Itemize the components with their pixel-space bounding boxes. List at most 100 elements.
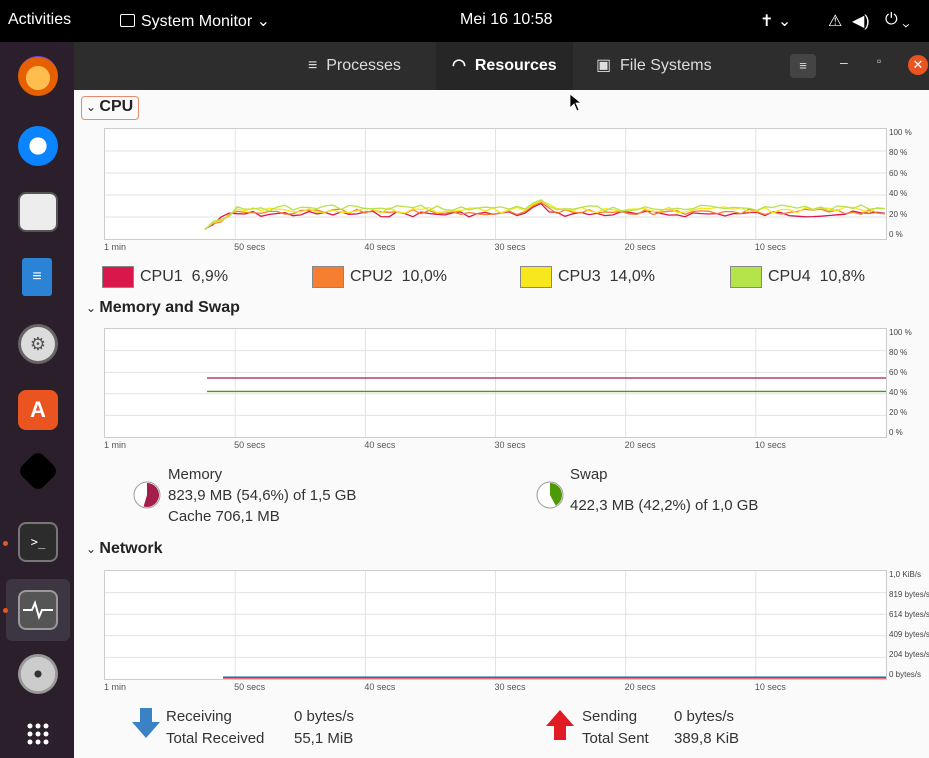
tab-label: Resources	[474, 57, 557, 74]
files-icon[interactable]	[18, 192, 58, 232]
cpu3-legend[interactable]: CPU3 14,0%	[520, 266, 655, 288]
total-sent-label: Total Sent	[582, 730, 649, 747]
tab-file-systems[interactable]: ▣ File Systems	[584, 42, 724, 90]
x-tick-label: 30 secs	[494, 242, 526, 252]
y-tick-label: 100 %	[889, 128, 912, 137]
x-tick-label: 20 secs	[624, 440, 656, 450]
tab-resources[interactable]: ◠ Resources	[436, 42, 573, 90]
cpu1-color-swatch[interactable]	[102, 266, 134, 288]
memory-cache: Cache 706,1 MB	[168, 508, 280, 525]
x-tick-label: 10 secs	[754, 440, 786, 450]
y-tick-label: 0 %	[889, 428, 903, 437]
y-tick-label: 100 %	[889, 328, 912, 337]
x-tick-label: 1 min	[104, 242, 127, 252]
cpu4-color-swatch[interactable]	[730, 266, 762, 288]
x-tick-label: 30 secs	[494, 440, 526, 450]
receiving-value: 0 bytes/s	[294, 708, 355, 725]
x-tick-label: 40 secs	[364, 440, 396, 450]
terminal-icon[interactable]: >_	[18, 522, 58, 562]
chevron-down-icon: ⌄	[86, 301, 100, 315]
cpu2-color-swatch[interactable]	[312, 266, 344, 288]
software-store-icon[interactable]: A	[18, 390, 58, 430]
x-tick-label: 20 secs	[624, 682, 656, 692]
total-received-value: 55,1 MiB	[294, 730, 354, 747]
top-bar: Activities System Monitor ⌄ Mei 16 10:58…	[0, 0, 929, 42]
thunderbird-icon[interactable]	[18, 126, 58, 166]
cpu3-color-swatch[interactable]	[520, 266, 552, 288]
chevron-down-icon: ⌄	[252, 13, 270, 30]
cpu4-legend[interactable]: CPU4 10,8%	[730, 266, 865, 288]
x-tick-label: 10 secs	[754, 682, 786, 692]
y-tick-label: 40 %	[889, 189, 908, 199]
drive-icon: ▣	[596, 57, 621, 74]
sending-arrow-icon	[546, 710, 574, 740]
activities-button[interactable]: Activities	[8, 11, 71, 29]
list-icon: ≡	[308, 57, 327, 74]
app-menu[interactable]: System Monitor ⌄	[120, 11, 270, 31]
sending-value: 0 bytes/s	[674, 708, 735, 725]
memory-history-graph	[104, 328, 887, 438]
y-tick-label: 60 %	[889, 368, 908, 377]
y-tick-label: 819 bytes/s	[889, 590, 929, 599]
x-tick-label: 40 secs	[364, 242, 396, 252]
inkscape-icon[interactable]	[16, 449, 60, 493]
memory-usage: 823,9 MB (54,6%) of 1,5 GB	[168, 487, 357, 504]
memory-section-title: Memory and Swap	[99, 299, 240, 316]
cpu2-legend[interactable]: CPU2 10,0%	[312, 266, 447, 288]
accessibility-icon[interactable]: ✝ ⌄	[760, 11, 791, 31]
clock[interactable]: Mei 16 10:58	[460, 11, 553, 29]
network-section-toggle[interactable]: ⌄ Network	[86, 540, 163, 558]
cpu-section-title: CPU	[99, 98, 134, 115]
x-tick-label: 40 secs	[364, 682, 396, 692]
x-tick-label: 20 secs	[624, 242, 656, 252]
network-section-title: Network	[99, 540, 163, 557]
total-sent-value: 389,8 KiB	[674, 730, 740, 747]
maximize-button[interactable]: ▫	[877, 54, 881, 68]
cpu1-label: CPU1	[140, 268, 183, 285]
power-icon[interactable]: ⏻ ⌄	[885, 11, 910, 29]
writer-icon[interactable]: ≡	[22, 258, 52, 296]
close-button[interactable]: ✕	[908, 55, 928, 75]
x-tick-label: 30 secs	[494, 682, 526, 692]
cpu-section-toggle[interactable]: ⌄ CPU	[86, 98, 133, 116]
cpu3-value: 14,0%	[609, 268, 655, 285]
settings-icon[interactable]: ⚙	[18, 324, 58, 364]
network-icon[interactable]: ⚠	[828, 11, 842, 31]
y-tick-label: 409 bytes/s	[889, 630, 929, 639]
x-tick-label: 10 secs	[754, 242, 786, 252]
volume-icon[interactable]: ◀)	[852, 11, 870, 31]
gauge-icon: ◠	[452, 57, 475, 74]
swap-usage: 422,3 MB (42,2%) of 1,0 GB	[570, 497, 759, 514]
receiving-arrow-icon	[132, 708, 160, 738]
system-monitor-icon[interactable]	[18, 590, 58, 630]
y-tick-label: 0 bytes/s	[889, 670, 922, 679]
cpu3-label: CPU3	[558, 268, 601, 285]
memory-pie-icon[interactable]	[132, 480, 162, 510]
y-tick-label: 80 %	[889, 148, 908, 158]
cpu2-value: 10,0%	[401, 268, 447, 285]
y-tick-label: 0 %	[889, 230, 903, 239]
x-tick-label: 50 secs	[234, 242, 266, 252]
minimize-button[interactable]: –	[840, 54, 848, 70]
tab-processes[interactable]: ≡ Processes	[296, 42, 413, 90]
memory-section-toggle[interactable]: ⌄ Memory and Swap	[86, 299, 240, 317]
cpu-history-graph	[104, 128, 887, 240]
total-received-label: Total Received	[166, 730, 265, 747]
hamburger-menu-button[interactable]: ≡	[790, 54, 816, 78]
app-grid-icon[interactable]	[18, 714, 58, 754]
cpu1-value: 6,9%	[191, 268, 229, 285]
resources-view: ⌄ CPU 100 % 80 % 60 % 40 % 20 % 0 % 1 min 50 s…	[74, 90, 929, 758]
y-tick-label: 614 bytes/s	[889, 610, 929, 619]
disc-icon[interactable]	[18, 654, 58, 694]
tab-label: File Systems	[620, 57, 712, 74]
x-tick-label: 1 min	[104, 682, 127, 692]
swap-pie-icon[interactable]	[535, 480, 565, 510]
y-tick-label: 40 %	[889, 388, 908, 397]
cpu1-legend[interactable]: CPU1 6,9%	[102, 266, 228, 288]
x-tick-label: 1 min	[104, 440, 127, 450]
firefox-icon[interactable]	[18, 56, 58, 96]
y-tick-label: 204 bytes/s	[889, 650, 929, 659]
receiving-label: Receiving	[166, 708, 232, 725]
x-tick-label: 50 secs	[234, 440, 266, 450]
dock: ≡ ⚙ A >_	[0, 42, 74, 758]
